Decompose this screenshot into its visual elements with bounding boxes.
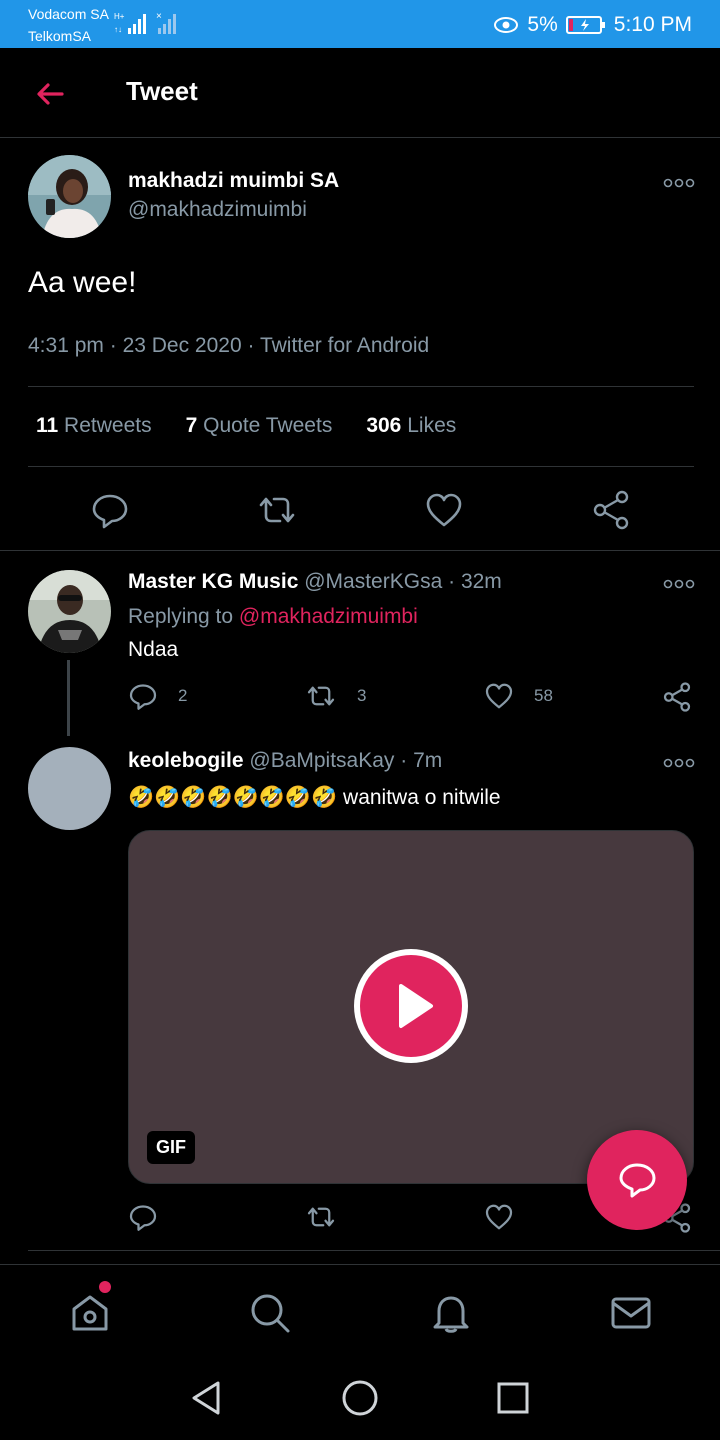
reply-2-age: 7m: [413, 749, 443, 772]
divider: [28, 386, 694, 387]
share-icon[interactable]: [591, 490, 631, 530]
search-icon[interactable]: [248, 1291, 292, 1335]
avatar-author[interactable]: [28, 155, 111, 238]
quote-tweets-stat[interactable]: 7 Quote Tweets: [186, 414, 333, 438]
reply-1-header: Master KG Music @MasterKGsa · 32m: [128, 570, 502, 593]
reply-1-retweet-button[interactable]: 3: [305, 681, 366, 711]
arrow-left-icon[interactable]: [30, 74, 70, 114]
svg-text:H+: H+: [114, 12, 125, 21]
clock: 5:10 PM: [613, 13, 692, 36]
svg-text:↑↓: ↑↓: [114, 25, 122, 34]
reply-2-name[interactable]: keolebogile: [128, 749, 244, 772]
avatar-photo: [28, 570, 111, 653]
divider: [28, 466, 694, 467]
replying-mention[interactable]: @makhadzimuimbi: [239, 605, 418, 628]
recents-square-icon[interactable]: [493, 1378, 533, 1418]
retweet-icon: [307, 686, 335, 706]
tweet-meta: 4:31 pm · 23 Dec 2020 · Twitter for Andr…: [28, 334, 430, 357]
reply-1-handle[interactable]: @MasterKGsa: [304, 570, 442, 593]
reply-1-name[interactable]: Master KG Music: [128, 570, 298, 593]
retweets-stat[interactable]: 11 Retweets: [36, 414, 152, 438]
carrier-1: Vodacom SA: [28, 6, 109, 22]
reply-2-handle[interactable]: @BaMpitsaKay: [249, 749, 394, 772]
thread-line: [67, 660, 70, 736]
reply-2-reply-button[interactable]: [128, 1202, 158, 1232]
avatar-masterkg[interactable]: [28, 570, 111, 653]
reply-2-text: 🤣🤣🤣🤣🤣🤣🤣🤣 wanitwa o nitwile: [128, 786, 501, 810]
tweet-time: 4:31 pm: [28, 334, 104, 357]
back-triangle-icon[interactable]: [186, 1378, 226, 1418]
page-title: Tweet: [126, 76, 198, 106]
battery-percent: 5%: [527, 13, 558, 36]
like-icon: [485, 1204, 513, 1230]
retweet-icon[interactable]: [257, 490, 297, 530]
system-nav: [0, 1356, 720, 1440]
eye-icon: [494, 17, 519, 33]
bottom-nav: [0, 1264, 720, 1356]
more-options-icon[interactable]: [663, 577, 695, 591]
play-button-fill: [360, 955, 462, 1057]
author-handle[interactable]: @makhadzimuimbi: [128, 198, 307, 222]
play-button[interactable]: [354, 949, 468, 1063]
svg-text:×: ×: [156, 11, 162, 22]
carrier-2: TelkomSA: [28, 28, 92, 44]
home-icon[interactable]: [68, 1291, 112, 1335]
reply-icon[interactable]: [90, 490, 130, 530]
share-icon[interactable]: [662, 682, 692, 712]
avatar-keolebogile[interactable]: [28, 747, 111, 830]
mail-icon[interactable]: [609, 1291, 653, 1335]
more-options-icon[interactable]: [663, 176, 695, 190]
divider: [0, 550, 720, 551]
reply-1-age: 32m: [460, 570, 502, 593]
reply-bubble-icon: [619, 1163, 656, 1198]
divider: [28, 1250, 720, 1251]
replying-to: Replying to @makhadzimuimbi: [128, 605, 418, 628]
status-right: 5% 5:10 PM: [493, 10, 692, 40]
signal-icon-2: ×: [156, 11, 176, 34]
tweet-stats: 11 Retweets 7 Quote Tweets 306 Likes: [36, 414, 456, 438]
gif-badge: GIF: [147, 1131, 195, 1164]
reply-icon: [129, 1205, 157, 1231]
tweet-source[interactable]: Twitter for Android: [260, 334, 429, 357]
tweet-text: Aa wee!: [28, 266, 137, 299]
author-name[interactable]: makhadzi muimbi SA: [128, 169, 339, 193]
reply-2-like-button[interactable]: [484, 1202, 514, 1232]
bell-icon[interactable]: [429, 1291, 473, 1335]
retweet-icon: [307, 1207, 335, 1227]
notification-dot: [99, 1281, 111, 1293]
compose-reply-button[interactable]: [587, 1130, 687, 1230]
reply-1-text: Ndaa: [128, 638, 179, 661]
reply-1-like-button[interactable]: 58: [484, 681, 553, 711]
tweet-date: 23 Dec 2020: [122, 334, 242, 357]
avatar-photo: [28, 155, 111, 238]
reply-2-body: wanitwa o nitwile: [343, 786, 501, 809]
like-icon: [485, 683, 513, 709]
home-circle-icon[interactable]: [340, 1378, 380, 1418]
reply-2-retweet-button[interactable]: [305, 1202, 337, 1232]
like-icon[interactable]: [424, 490, 464, 530]
play-icon: [399, 984, 433, 1028]
top-header: Tweet: [0, 48, 720, 138]
reply-1-reply-button[interactable]: 2: [128, 681, 187, 711]
signal-icon: H+ ↑↓: [114, 12, 146, 34]
likes-stat[interactable]: 306 Likes: [366, 414, 456, 438]
reply-2-header: keolebogile @BaMpitsaKay · 7m: [128, 749, 443, 772]
reply-2-emoji: 🤣🤣🤣🤣🤣🤣🤣🤣: [128, 786, 338, 809]
more-options-icon[interactable]: [663, 756, 695, 770]
reply-icon: [129, 684, 157, 710]
status-bar: Vodacom SA TelkomSA H+ ↑↓ × 5% 5:10 PM: [0, 0, 720, 48]
battery-icon: [565, 16, 605, 34]
